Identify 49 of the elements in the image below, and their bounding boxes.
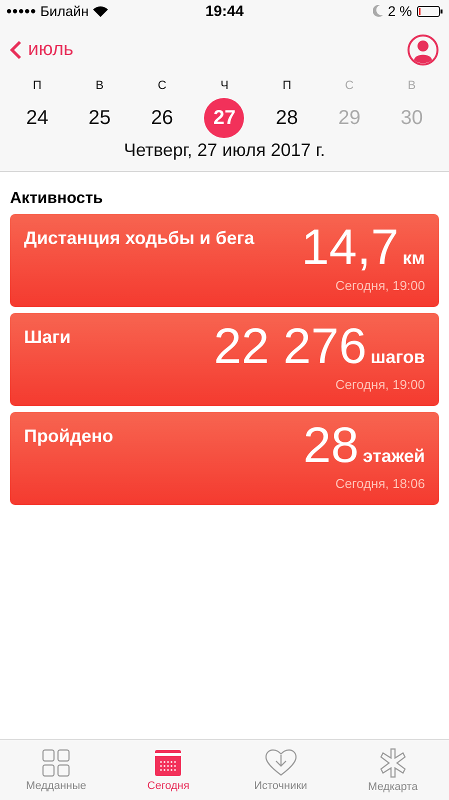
card-time: Сегодня, 19:00 — [335, 278, 425, 293]
battery-percent: 2 % — [388, 3, 412, 19]
section-title: Активность — [10, 190, 104, 208]
weekday-label: С — [345, 78, 354, 92]
card-title: Шаги — [24, 327, 71, 349]
status-time: 19:44 — [205, 2, 244, 20]
chevron-icon — [10, 40, 22, 60]
card-time: Сегодня, 18:06 — [335, 476, 425, 491]
weekday-label: П — [282, 78, 292, 92]
tab[interactable]: Медданные — [0, 740, 112, 800]
card-unit: км — [402, 248, 425, 269]
weekday-label: П — [32, 78, 42, 92]
weekday-label: Ч — [220, 78, 228, 92]
profile-icon[interactable] — [407, 34, 439, 66]
day-button[interactable]: 29 — [329, 98, 370, 138]
card-value: 14,7 — [301, 218, 399, 276]
card-title: Пройдено — [24, 426, 114, 448]
asterisk-icon — [378, 748, 408, 778]
weekday-label: В — [408, 78, 416, 92]
day-button[interactable]: 30 — [392, 98, 432, 138]
card-value: 28 — [303, 416, 359, 474]
card-unit: шагов — [370, 347, 425, 368]
day-button[interactable]: 26 — [142, 98, 182, 138]
tab[interactable]: Медкарта — [336, 740, 449, 800]
moon-icon — [372, 5, 383, 17]
grid-icon — [42, 748, 70, 776]
card-title: Дистанция ходьбы и бега — [24, 228, 254, 250]
carrier-name: Билайн — [40, 3, 89, 19]
card-unit: этажей — [362, 446, 425, 467]
heart-download-icon — [264, 748, 297, 776]
activity-card[interactable]: Шаги 22 276 шагов Сегодня, 19:00 — [10, 313, 439, 406]
weekday-label: В — [96, 78, 104, 92]
card-time: Сегодня, 19:00 — [335, 377, 425, 392]
back-button[interactable]: июль — [10, 39, 74, 61]
weekday-label: С — [158, 78, 166, 92]
battery-icon — [417, 6, 443, 16]
day-button[interactable]: 27 — [204, 98, 244, 138]
card-value: 22 276 — [214, 317, 367, 375]
day-button[interactable]: 24 — [17, 98, 58, 138]
day-button[interactable]: 25 — [80, 98, 120, 138]
date-title: Четверг, 27 июля 2017 г. — [122, 140, 326, 161]
activity-card[interactable]: Дистанция ходьбы и бега 14,7 км Сегодня, 19:00 — [10, 214, 439, 307]
wifi-icon — [92, 6, 108, 16]
activity-card[interactable]: Пройдено 28 этажей Сегодня, 18:06 — [10, 412, 439, 505]
day-button[interactable]: 28 — [266, 98, 307, 138]
signal-indicator: ●●●●● — [6, 6, 36, 16]
tab[interactable]: Источники — [224, 740, 337, 800]
tab[interactable]: Сегодня — [112, 740, 224, 800]
calendar-icon — [154, 748, 182, 776]
